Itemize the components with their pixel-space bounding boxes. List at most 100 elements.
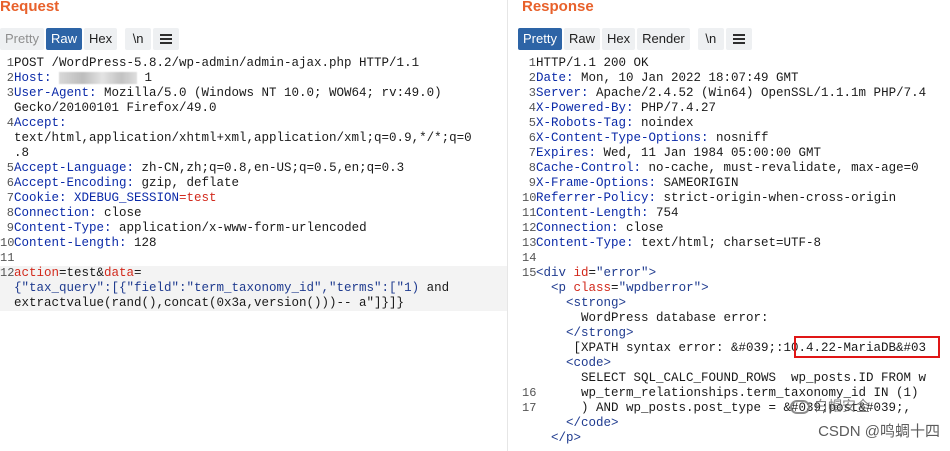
line-number: 10 [522,191,537,205]
line-number: 17 [522,401,537,415]
header-name: Expires: [536,146,597,160]
line-number [0,131,14,146]
code-line: {"tax_query":[{"field":"term_taxonomy_id… [0,281,507,296]
response-pane: Response Pretty Raw Hex Render \n 1 HTTP… [516,0,950,451]
html-tag: <strong> [566,296,627,310]
line-number [0,281,14,296]
request-tab-raw[interactable]: Raw [45,28,82,50]
header-name: X-Robots-Tag: [536,116,634,130]
watermark-text: CSDN @鸣蜩十四 [818,423,940,440]
response-tab-render[interactable]: Render [637,28,690,50]
code-line: 10 Referrer-Policy: strict-origin-when-cr… [522,191,950,206]
request-toolbar: Pretty Raw Hex \n [0,28,180,50]
code-line: 7 Expires: Wed, 11 Jan 1984 05:00:00 GMT [522,146,950,161]
code-line: <p class="wpdberror"> [522,281,950,296]
line-number: 1 [6,56,14,70]
header-value: Mon, 10 Jan 2022 18:07:49 GMT [573,71,799,85]
response-menu-button[interactable] [725,28,752,50]
response-tab-hex[interactable]: Hex [601,28,636,50]
html-attr: id [573,266,589,280]
header-value: gzip, deflate [134,176,240,190]
header-value: close [96,206,142,220]
highlight-box [794,336,940,358]
request-tab-hex[interactable]: Hex [83,28,118,50]
header-name: User-Agent: [14,86,97,100]
body-param-name: data [104,266,135,280]
html-tag: </p> [551,431,582,445]
response-tab-raw[interactable]: Raw [563,28,600,50]
header-value: strict-origin-when-cross-origin [656,191,897,205]
code-line: SELECT SQL_CALC_FOUND_ROWS wp_posts.ID F… [522,371,950,386]
code-line: text/html,application/xhtml+xml,applicat… [0,131,507,146]
header-value: application/x-www-form-urlencoded [111,221,367,235]
request-pane: Request Pretty Raw Hex \n 1 POST /WordPr… [0,0,508,451]
code-line: 8 Cache-Control: no-cache, must-revalidat… [522,161,950,176]
header-name: Content-Length: [14,236,127,250]
header-name: Accept-Encoding: [14,176,135,190]
header-name: Content-Type: [14,221,112,235]
line-number [522,416,536,431]
header-value: 1 [137,71,153,85]
code-line: 12 action=test&data= [0,266,507,281]
header-value: Gecko/20100101 Firefox/49.0 [14,101,217,115]
html-tag: </strong> [566,326,634,340]
line-number [522,356,536,371]
line-number: 7 [528,146,536,160]
line-number [522,296,536,311]
header-value: text/html,application/xhtml+xml,applicat… [14,131,472,145]
response-tab-pretty[interactable]: Pretty [518,28,562,50]
html-tag: <code> [566,356,612,370]
line-number: 14 [522,251,537,265]
line-number: 8 [6,206,14,220]
header-name: Cookie: [14,191,67,205]
header-value: 128 [126,236,157,250]
chat-bubble-icon [790,400,810,415]
response-title: Response [522,0,594,15]
response-newline-toggle[interactable]: \n [697,28,724,50]
code-line: 16 wp_term_relationships.term_taxonomy_i… [522,386,950,401]
header-value: SAMEORIGIN [656,176,739,190]
line-number [0,296,14,311]
hamburger-menu-icon [160,32,173,46]
line-number: 11 [0,251,15,265]
watermark-logo-text: 白帽安全 [814,398,870,414]
request-menu-button[interactable] [153,28,180,50]
cookie-value: =test [179,191,217,205]
code-line: <code> [522,356,950,371]
line-number: 2 [528,71,536,85]
header-name: Host: [14,71,52,85]
response-editor[interactable]: 1 HTTP/1.1 200 OK 2 Date: Mon, 10 Jan 202… [522,56,950,446]
header-value: .8 [14,146,30,160]
html-attr-value: "error" [596,266,649,280]
line-number: 5 [6,161,14,175]
body-param-name: action [14,266,60,280]
line-number: 4 [528,101,536,115]
request-newline-toggle[interactable]: \n [125,28,152,50]
html-tag: </code> [566,416,619,430]
body-payload: {"tax_query":[{"field":"term_taxonomy_id… [14,281,420,295]
request-editor[interactable]: 1 POST /WordPress-5.8.2/wp-admin/admin-a… [0,56,507,311]
code-line: 14 [522,251,950,266]
code-line: 10 Content-Length: 128 [0,236,507,251]
header-value: noindex [633,116,694,130]
header-name: Referrer-Policy: [536,191,657,205]
body-param-value: =test& [59,266,105,280]
request-tab-pretty[interactable]: Pretty [0,28,44,50]
line-number: 13 [522,236,537,250]
code-line: 8 Connection: close [0,206,507,221]
html-tag: > [701,281,709,295]
line-number [522,341,536,356]
header-name: X-Powered-By: [536,101,634,115]
line-number: 12 [522,221,537,235]
line-number [522,311,536,326]
code-line: 13 Content-Type: text/html; charset=UTF-8 [522,236,950,251]
header-value: close [618,221,664,235]
code-line: <strong> [522,296,950,311]
header-name: Content-Type: [536,236,634,250]
line-number: 3 [528,86,536,100]
status-line: HTTP/1.1 200 OK [536,56,649,70]
code-line: 6 X-Content-Type-Options: nosniff [522,131,950,146]
header-value: Mozilla/5.0 (Windows NT 10.0; WOW64; rv:… [96,86,442,100]
line-number: 15 [522,266,537,280]
line-number: 8 [528,161,536,175]
